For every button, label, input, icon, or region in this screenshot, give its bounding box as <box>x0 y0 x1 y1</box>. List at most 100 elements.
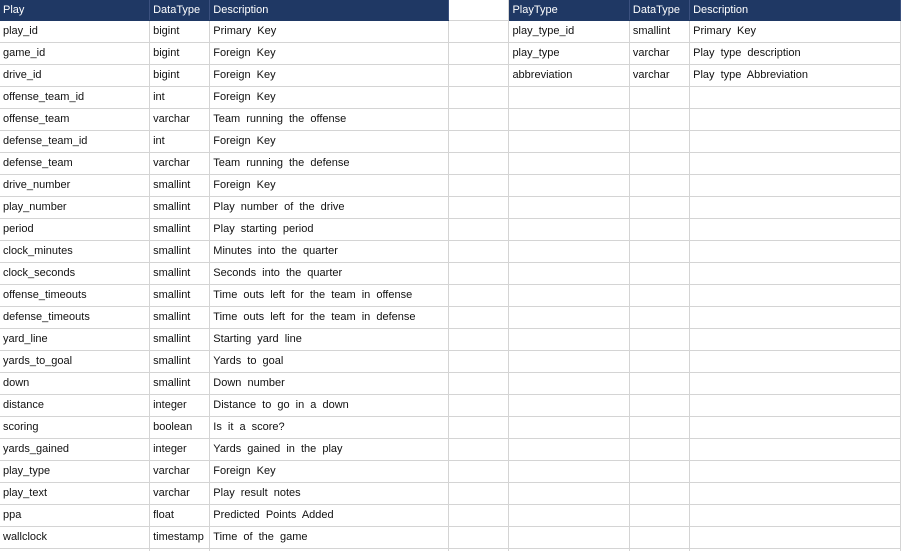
cell[interactable] <box>508 482 630 505</box>
empty-cell[interactable] <box>448 174 510 197</box>
playtype-table-header-cell[interactable]: Description <box>689 0 901 21</box>
play-table-cell[interactable]: yard_line <box>0 328 151 351</box>
empty-cell[interactable] <box>448 86 510 109</box>
cell[interactable] <box>629 526 691 549</box>
cell[interactable] <box>689 482 901 505</box>
cell[interactable] <box>508 460 630 483</box>
play-table-cell[interactable]: distance <box>0 394 151 417</box>
play-table-cell[interactable]: drive_number <box>0 174 151 197</box>
play-table-cell[interactable]: play_id <box>0 20 151 43</box>
cell[interactable] <box>689 504 901 527</box>
play-table-cell[interactable]: Play number of the drive <box>209 196 450 219</box>
play-table-cell[interactable]: Foreign Key <box>209 460 450 483</box>
cell[interactable] <box>508 240 630 263</box>
play-table-cell[interactable]: Seconds into the quarter <box>209 262 450 285</box>
cell[interactable] <box>508 284 630 307</box>
play-table-cell[interactable]: Play result notes <box>209 482 450 505</box>
play-table-cell[interactable]: integer <box>149 438 211 461</box>
play-table-cell[interactable]: period <box>0 218 151 241</box>
empty-cell[interactable] <box>448 394 510 417</box>
play-table-cell[interactable]: int <box>149 130 211 153</box>
cell[interactable] <box>629 218 691 241</box>
play-table-cell[interactable]: offense_team <box>0 108 151 131</box>
empty-cell[interactable] <box>448 350 510 373</box>
empty-cell[interactable] <box>448 218 510 241</box>
play-table-cell[interactable]: integer <box>149 394 211 417</box>
cell[interactable] <box>629 174 691 197</box>
play-table-cell[interactable]: clock_seconds <box>0 262 151 285</box>
cell[interactable] <box>689 372 901 395</box>
play-table-cell[interactable]: smallint <box>149 174 211 197</box>
empty-cell[interactable] <box>448 460 510 483</box>
cell[interactable] <box>629 284 691 307</box>
empty-cell[interactable] <box>448 328 510 351</box>
cell[interactable] <box>689 240 901 263</box>
cell[interactable] <box>629 196 691 219</box>
play-table-cell[interactable]: Yards to goal <box>209 350 450 373</box>
cell[interactable] <box>689 108 901 131</box>
play-table-cell[interactable]: Predicted Points Added <box>209 504 450 527</box>
empty-cell[interactable] <box>448 240 510 263</box>
play-table-cell[interactable]: scoring <box>0 416 151 439</box>
play-table-header-cell[interactable]: DataType <box>149 0 211 21</box>
play-table-cell[interactable]: Team running the offense <box>209 108 450 131</box>
cell[interactable] <box>508 218 630 241</box>
play-table-cell[interactable]: varchar <box>149 108 211 131</box>
play-table-cell[interactable]: defense_team <box>0 152 151 175</box>
play-table-cell[interactable]: Yards gained in the play <box>209 438 450 461</box>
play-table-cell[interactable]: drive_id <box>0 64 151 87</box>
playtype-table-header-cell[interactable]: DataType <box>629 0 691 21</box>
play-table-cell[interactable]: offense_team_id <box>0 86 151 109</box>
cell[interactable] <box>689 416 901 439</box>
empty-cell[interactable] <box>448 482 510 505</box>
playtype-table-cell[interactable]: Play type description <box>689 42 901 65</box>
cell[interactable] <box>508 152 630 175</box>
empty-cell[interactable] <box>448 416 510 439</box>
cell[interactable] <box>689 306 901 329</box>
cell[interactable] <box>629 416 691 439</box>
playtype-table-cell[interactable]: Play type Abbreviation <box>689 64 901 87</box>
cell[interactable] <box>629 504 691 527</box>
play-table-cell[interactable]: timestamp <box>149 526 211 549</box>
play-table-cell[interactable]: Is it a score? <box>209 416 450 439</box>
cell[interactable] <box>629 130 691 153</box>
playtype-table-cell[interactable]: Primary Key <box>689 20 901 43</box>
playtype-table-cell[interactable]: play_type_id <box>508 20 630 43</box>
cell[interactable] <box>629 262 691 285</box>
play-table-cell[interactable]: wallclock <box>0 526 151 549</box>
play-table-cell[interactable]: Primary Key <box>209 20 450 43</box>
play-table-cell[interactable]: play_number <box>0 196 151 219</box>
play-table-cell[interactable]: smallint <box>149 350 211 373</box>
cell[interactable] <box>508 196 630 219</box>
play-table-cell[interactable]: Down number <box>209 372 450 395</box>
empty-cell[interactable] <box>448 64 510 87</box>
cell[interactable] <box>629 438 691 461</box>
play-table-cell[interactable]: varchar <box>149 482 211 505</box>
play-table-cell[interactable]: Minutes into the quarter <box>209 240 450 263</box>
cell[interactable] <box>689 526 901 549</box>
empty-cell[interactable] <box>448 306 510 329</box>
empty-cell[interactable] <box>448 504 510 527</box>
play-table-cell[interactable]: Foreign Key <box>209 42 450 65</box>
play-table-cell[interactable]: Starting yard line <box>209 328 450 351</box>
play-table-cell[interactable]: float <box>149 504 211 527</box>
play-table-cell[interactable]: ppa <box>0 504 151 527</box>
playtype-table-cell[interactable]: varchar <box>629 64 691 87</box>
cell[interactable] <box>629 460 691 483</box>
empty-cell[interactable] <box>448 130 510 153</box>
cell[interactable] <box>629 86 691 109</box>
cell[interactable] <box>508 174 630 197</box>
cell[interactable] <box>689 438 901 461</box>
empty-cell[interactable] <box>448 108 510 131</box>
cell[interactable] <box>629 306 691 329</box>
play-table-cell[interactable]: Time of the game <box>209 526 450 549</box>
cell[interactable] <box>508 350 630 373</box>
empty-cell[interactable] <box>448 372 510 395</box>
play-table-cell[interactable]: smallint <box>149 218 211 241</box>
cell[interactable] <box>508 86 630 109</box>
cell[interactable] <box>508 328 630 351</box>
playtype-table-cell[interactable]: abbreviation <box>508 64 630 87</box>
playtype-table-header-cell[interactable]: PlayType <box>508 0 630 21</box>
cell[interactable] <box>508 416 630 439</box>
play-table-cell[interactable]: defense_timeouts <box>0 306 151 329</box>
